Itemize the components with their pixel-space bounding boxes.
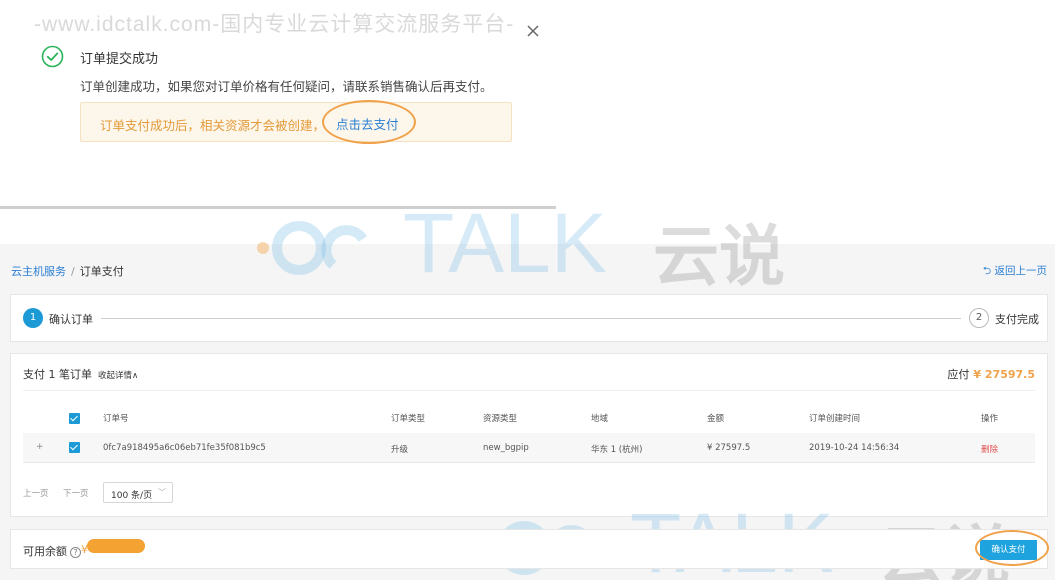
prev-page-button[interactable]: 上一页	[23, 487, 49, 499]
back-link[interactable]: ⮌ 返回上一页	[983, 263, 1047, 281]
payment-notice: 订单支付成功后，相关资源才会被创建， 点击去支付	[80, 102, 512, 142]
progress-steps: 1 确认订单 2 支付完成 -www.idctalk.com-国内专业云计算交流…	[10, 294, 1048, 379]
watermark-url-top: -www.idctalk.com-国内专业云计算交流服务平台-	[34, 13, 515, 36]
step-1-label: 确认订单	[49, 313, 93, 326]
orders-title: 支付 1 笔订单 收起详情∧	[23, 366, 138, 382]
orders-panel: 支付 1 笔订单 收起详情∧ 应付 ¥ 27597.5 订单号 订单类型 资源类型 …	[10, 353, 1048, 517]
cell-region: 华东 1 (杭州)	[591, 445, 643, 455]
balance-bar: 可用余额? ¥ 确认支付	[10, 529, 1048, 569]
step-2-number: 2	[969, 308, 989, 328]
row-checkbox[interactable]	[69, 442, 80, 453]
column-created-at: 订单创建时间	[809, 414, 861, 424]
breadcrumb-separator: /	[71, 265, 75, 278]
orders-count-text: 支付 1 笔订单	[23, 368, 92, 381]
cell-amount: ¥ 27597.5	[707, 443, 751, 453]
table-row: + 0fc7a918495a6c06eb71fe35f081b9c5 升级 ne…	[23, 433, 1035, 463]
expand-row-icon[interactable]: +	[36, 442, 44, 452]
balance-label-text: 可用余额	[23, 545, 67, 558]
check-circle-icon	[41, 45, 64, 68]
redacted-balance-mark	[87, 539, 145, 553]
breadcrumb-parent[interactable]: 云主机服务	[11, 265, 66, 278]
collapse-details-link[interactable]: 收起详情∧	[98, 371, 138, 381]
step-1-number: 1	[23, 308, 43, 328]
cell-order-type: 升级	[391, 445, 409, 455]
dialog-title: 订单提交成功	[80, 52, 159, 67]
go-pay-link[interactable]: 点击去支付	[336, 114, 399, 133]
column-order-type: 订单类型	[391, 414, 426, 424]
cell-created-at: 2019-10-24 14:56:34	[809, 443, 900, 453]
delete-order-link[interactable]: 删除	[981, 443, 998, 455]
column-action: 操作	[981, 414, 999, 424]
watermark-logo-upper: TALK 云说	[255, 196, 815, 295]
chevron-down-icon: ﹀	[158, 488, 166, 497]
breadcrumb: 云主机服务 / 订单支付	[11, 263, 124, 279]
confirm-payment-button[interactable]: 确认支付	[980, 540, 1037, 560]
amount-due-value: ¥ 27597.5	[973, 368, 1035, 381]
page-size-select[interactable]: 100 条/页 ﹀	[103, 482, 173, 503]
column-region: 地域	[591, 414, 609, 424]
order-success-dialog: -www.idctalk.com-国内专业云计算交流服务平台- 订单提交成功 订…	[0, 0, 560, 205]
cell-resource-type: new_bgpip	[483, 443, 529, 453]
notice-text: 订单支付成功后，相关资源才会被创建，	[100, 118, 326, 133]
help-icon[interactable]: ?	[70, 547, 81, 558]
dialog-description: 订单创建成功，如果您对订单价格有任何疑问，请联系销售确认后再支付。	[80, 79, 493, 94]
cell-order-no: 0fc7a918495a6c06eb71fe35f081b9c5	[103, 443, 266, 453]
amount-due: 应付 ¥ 27597.5	[947, 366, 1035, 382]
orders-divider	[23, 390, 1035, 391]
watermark-logo-icon	[257, 221, 368, 275]
table-header: 订单号 订单类型 资源类型 地域 金额 订单创建时间 操作	[23, 404, 1035, 432]
column-resource-type: 资源类型	[483, 414, 518, 424]
step-connector	[101, 318, 961, 319]
page-size-value: 100 条/页	[111, 491, 153, 501]
back-link-label: 返回上一页	[994, 265, 1048, 277]
watermark-logo-cn: 云说	[653, 218, 785, 295]
balance-label: 可用余额?	[23, 543, 81, 559]
order-payment-page: TALK 云说 云主机服务 / 订单支付 ⮌ 返回上一页 1 确认订单 2 支付完成…	[0, 196, 1055, 580]
breadcrumb-current: 订单支付	[79, 265, 124, 278]
watermark-logo-text: TALK	[403, 196, 607, 290]
screenshot-divider	[0, 206, 556, 209]
next-page-button[interactable]: 下一页	[63, 487, 89, 499]
column-order-no: 订单号	[103, 414, 129, 424]
select-all-checkbox[interactable]	[69, 413, 80, 424]
amount-due-label: 应付	[947, 368, 970, 381]
column-amount: 金额	[707, 414, 725, 424]
step-2-label: 支付完成	[995, 313, 1039, 326]
return-icon: ⮌	[982, 265, 992, 277]
close-icon[interactable]	[524, 22, 542, 40]
